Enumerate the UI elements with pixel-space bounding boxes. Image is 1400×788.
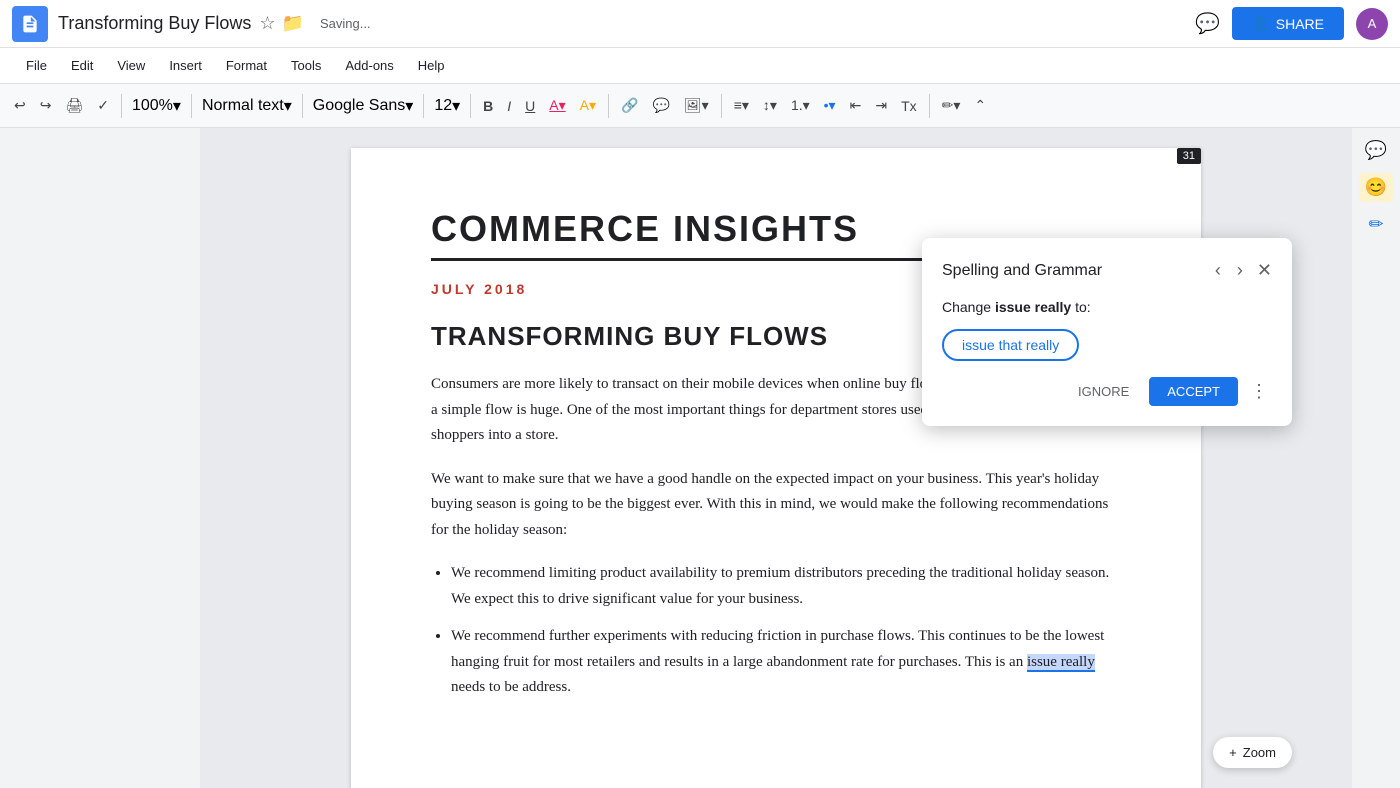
align-button[interactable]: ≡▾ bbox=[728, 93, 755, 118]
menu-insert[interactable]: Insert bbox=[159, 54, 212, 77]
bullet-2-highlight: issue really bbox=[1027, 654, 1095, 672]
spelling-close-button[interactable]: ✕ bbox=[1257, 260, 1272, 281]
zoom-dropdown[interactable]: 100% ▾ bbox=[128, 94, 185, 118]
bullet-item-1: We recommend limiting product availabili… bbox=[451, 561, 1121, 612]
zoom-indicator-label: Zoom bbox=[1243, 745, 1276, 760]
spelling-panel: Spelling and Grammar ‹ › ✕ Change issue … bbox=[922, 238, 1292, 426]
menu-format[interactable]: Format bbox=[216, 54, 277, 77]
format-mode-button[interactable]: ✏▾ bbox=[936, 93, 967, 118]
spelling-change-text: Change issue really to: bbox=[942, 299, 1272, 315]
bullet-2-suffix: needs to be address. bbox=[451, 679, 571, 695]
bulletlist-button[interactable]: •▾ bbox=[818, 93, 842, 118]
zoom-indicator-icon: + bbox=[1229, 745, 1237, 760]
image-button[interactable]: 🖼▾ bbox=[678, 93, 715, 118]
toolbar-sep-5 bbox=[470, 94, 471, 118]
spelling-title: Spelling and Grammar bbox=[942, 262, 1102, 280]
docs-icon bbox=[12, 6, 48, 42]
spelling-actions: IGNORE ACCEPT ⋮ bbox=[942, 377, 1272, 406]
avatar[interactable]: A bbox=[1356, 8, 1388, 40]
size-dropdown[interactable]: 12 ▾ bbox=[430, 94, 464, 118]
page-badge: 31 bbox=[1177, 148, 1201, 164]
page-area: 31 COMMERCE INSIGHTS JULY 2018 TRANSFORM… bbox=[0, 128, 1400, 788]
sidebar-emoji-icon[interactable]: 😊 bbox=[1359, 173, 1393, 202]
menu-tools[interactable]: Tools bbox=[281, 54, 331, 77]
ignore-button[interactable]: IGNORE bbox=[1066, 378, 1141, 405]
doc-title-icons: ☆ 📁 bbox=[259, 13, 304, 34]
font-dropdown[interactable]: Google Sans ▾ bbox=[309, 94, 418, 118]
link-button[interactable]: 🔗 bbox=[615, 93, 644, 118]
linespacing-button[interactable]: ↕▾ bbox=[757, 93, 783, 118]
menu-addons[interactable]: Add-ons bbox=[335, 54, 403, 77]
sidebar-edit-icon[interactable]: ✏ bbox=[1364, 210, 1387, 239]
highlight-button[interactable]: A▾ bbox=[574, 93, 602, 118]
comment-button[interactable]: 💬 bbox=[646, 93, 675, 118]
doc-page[interactable]: 31 COMMERCE INSIGHTS JULY 2018 TRANSFORM… bbox=[200, 128, 1352, 788]
spelling-change-term: issue really bbox=[995, 299, 1071, 315]
bold-button[interactable]: B bbox=[477, 94, 499, 118]
spelling-change-prefix: Change bbox=[942, 299, 995, 315]
share-icon: 👤 bbox=[1252, 15, 1269, 32]
zoom-chevron: ▾ bbox=[173, 96, 181, 116]
numberedlist-button[interactable]: 1.▾ bbox=[785, 93, 816, 118]
menu-file[interactable]: File bbox=[16, 54, 57, 77]
print-button[interactable]: 🖨 bbox=[59, 93, 89, 118]
toolbar-sep-4 bbox=[423, 94, 424, 118]
clearformat-button[interactable]: Tx bbox=[895, 94, 923, 118]
folder-icon[interactable]: 📁 bbox=[282, 13, 304, 34]
zoom-label: 100% bbox=[132, 97, 173, 115]
top-bar: Transforming Buy Flows ☆ 📁 Saving... 💬 👤… bbox=[0, 0, 1400, 48]
toolbar-sep-8 bbox=[929, 94, 930, 118]
menu-bar: File Edit View Insert Format Tools Add-o… bbox=[0, 48, 1400, 84]
toolbar-sep-1 bbox=[121, 94, 122, 118]
style-dropdown[interactable]: Normal text ▾ bbox=[198, 94, 296, 118]
underline-button[interactable]: U bbox=[519, 94, 541, 118]
style-label: Normal text bbox=[202, 97, 284, 115]
toolbar: ↩ ↪ 🖨 ✓ 100% ▾ Normal text ▾ Google Sans… bbox=[0, 84, 1400, 128]
redo-button[interactable]: ↪ bbox=[34, 93, 58, 118]
spelling-prev-button[interactable]: ‹ bbox=[1209, 258, 1227, 283]
menu-edit[interactable]: Edit bbox=[61, 54, 103, 77]
toolbar-sep-3 bbox=[302, 94, 303, 118]
paragraph-2: We want to make sure that we have a good… bbox=[431, 467, 1121, 544]
doc-title: Transforming Buy Flows bbox=[58, 13, 251, 34]
spelling-header: Spelling and Grammar ‹ › ✕ bbox=[942, 258, 1272, 283]
menu-view[interactable]: View bbox=[107, 54, 155, 77]
spelling-nav: ‹ › ✕ bbox=[1209, 258, 1272, 283]
expand-button[interactable]: ⌃ bbox=[968, 93, 992, 118]
text-color-button[interactable]: A▾ bbox=[543, 93, 571, 118]
sidebar-comment-icon[interactable]: 💬 bbox=[1361, 136, 1391, 165]
font-chevron: ▾ bbox=[405, 96, 413, 116]
toolbar-sep-6 bbox=[608, 94, 609, 118]
spelling-next-button[interactable]: › bbox=[1231, 258, 1249, 283]
more-options-button[interactable]: ⋮ bbox=[1246, 377, 1272, 406]
size-chevron: ▾ bbox=[452, 96, 460, 116]
sidebar-left bbox=[0, 128, 200, 788]
spelling-suggestion[interactable]: issue that really bbox=[942, 329, 1079, 361]
comment-icon[interactable]: 💬 bbox=[1195, 11, 1220, 36]
style-chevron: ▾ bbox=[284, 96, 292, 116]
star-icon[interactable]: ☆ bbox=[259, 13, 275, 34]
toolbar-sep-7 bbox=[721, 94, 722, 118]
outdent-button[interactable]: ⇤ bbox=[844, 93, 868, 118]
font-label: Google Sans bbox=[313, 97, 406, 115]
bullet-list: We recommend limiting product availabili… bbox=[431, 561, 1121, 701]
toolbar-sep-2 bbox=[191, 94, 192, 118]
accept-button[interactable]: ACCEPT bbox=[1149, 377, 1238, 406]
italic-button[interactable]: I bbox=[501, 94, 517, 118]
bullet-item-2: We recommend further experiments with re… bbox=[451, 624, 1121, 701]
undo-button[interactable]: ↩ bbox=[8, 93, 32, 118]
spelling-change-suffix: to: bbox=[1071, 299, 1090, 315]
zoom-indicator[interactable]: + Zoom bbox=[1213, 737, 1292, 768]
top-bar-right: 💬 👤 SHARE A bbox=[1195, 7, 1388, 40]
spellcheck-button[interactable]: ✓ bbox=[91, 93, 115, 118]
size-label: 12 bbox=[434, 97, 452, 115]
menu-help[interactable]: Help bbox=[408, 54, 455, 77]
share-button[interactable]: 👤 SHARE bbox=[1232, 7, 1344, 40]
saving-status: Saving... bbox=[320, 16, 371, 31]
sidebar-right: 💬 😊 ✏ bbox=[1352, 128, 1400, 788]
bullet-2-prefix: We recommend further experiments with re… bbox=[451, 628, 1104, 670]
indent-button[interactable]: ⇥ bbox=[869, 93, 893, 118]
